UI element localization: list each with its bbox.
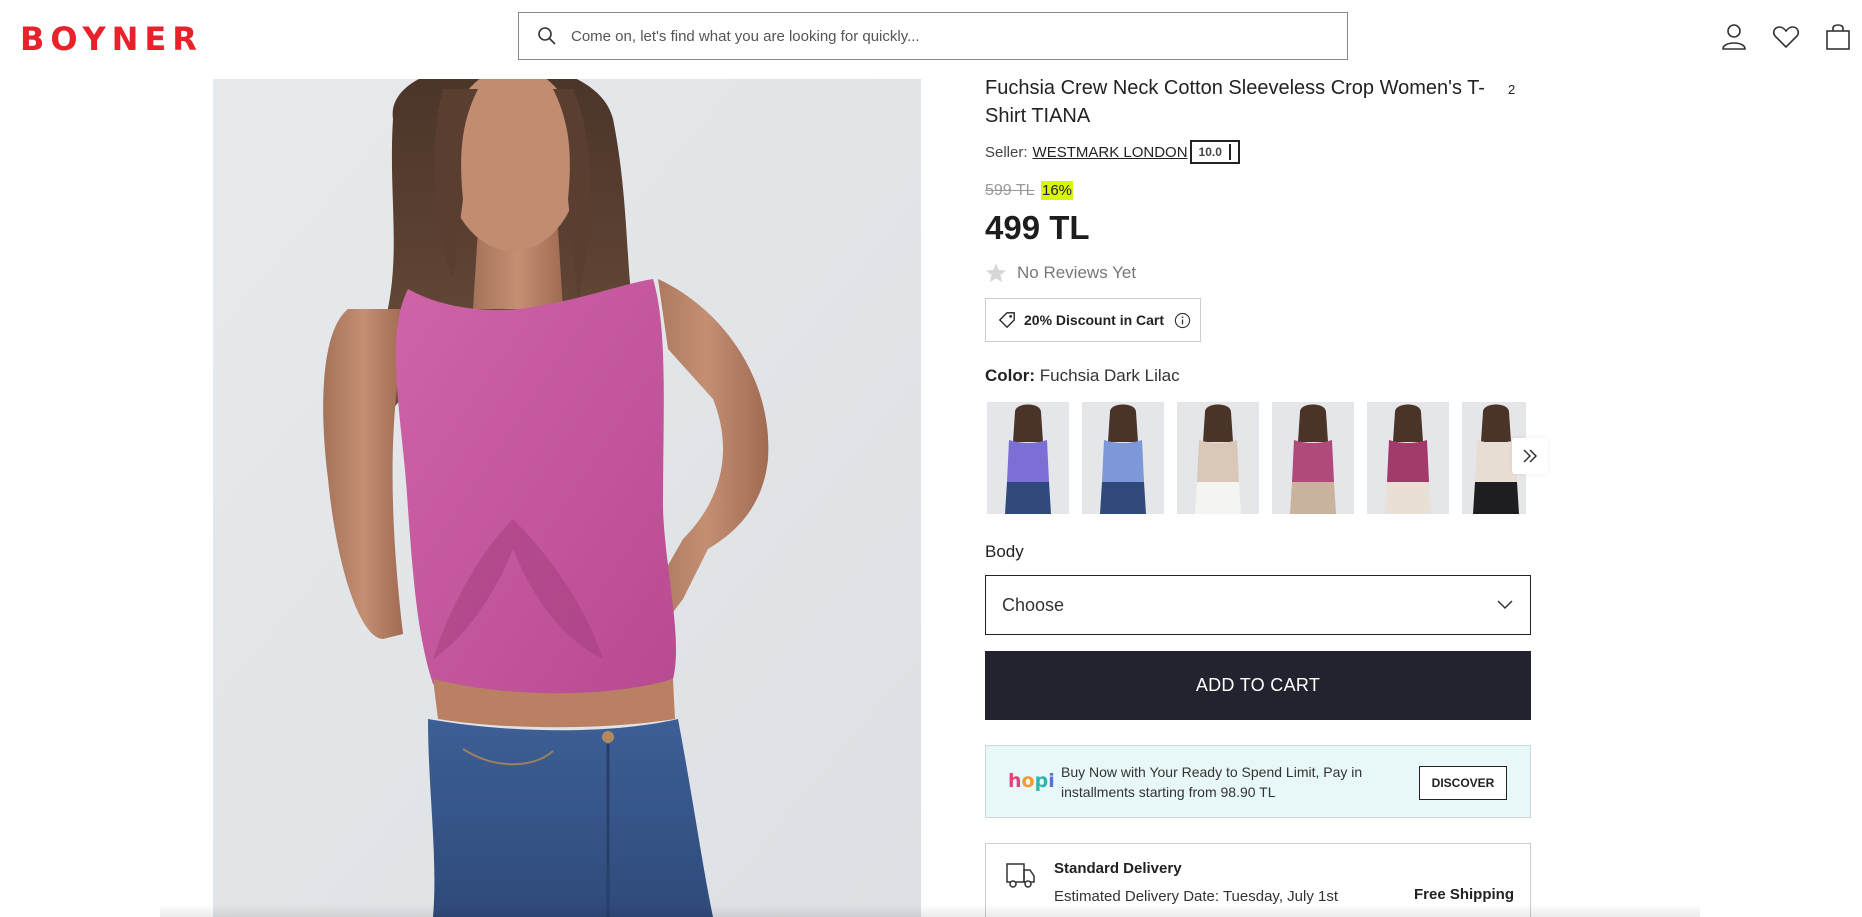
search-input[interactable] bbox=[571, 27, 1271, 45]
hopi-logo: hopi bbox=[1008, 770, 1055, 792]
color-swatches bbox=[987, 402, 1548, 514]
swatch-next-button[interactable] bbox=[1512, 438, 1548, 474]
add-to-cart-button[interactable]: ADD TO CART bbox=[985, 651, 1531, 720]
truck-icon bbox=[1006, 863, 1035, 888]
cart-discount-box[interactable]: 20% Discount in Cart bbox=[985, 298, 1201, 342]
image-count: 2 bbox=[1508, 82, 1516, 97]
free-shipping-label: Free Shipping bbox=[1413, 886, 1514, 903]
reviews-summary[interactable]: No Reviews Yet bbox=[985, 262, 1136, 284]
seller-link[interactable]: WESTMARK LONDON bbox=[1033, 144, 1188, 161]
color-swatch-5[interactable] bbox=[1367, 402, 1449, 514]
product-main-image[interactable] bbox=[213, 79, 921, 917]
brand-logo[interactable]: BOYNER bbox=[20, 20, 203, 58]
site-header: BOYNER bbox=[0, 0, 1862, 74]
color-value: Fuchsia Dark Lilac bbox=[1039, 366, 1180, 385]
color-swatch-4[interactable] bbox=[1272, 402, 1354, 514]
cart-discount-text: 20% Discount in Cart bbox=[1024, 312, 1165, 328]
size-select-value: Choose bbox=[1002, 594, 1065, 615]
user-icon[interactable] bbox=[1717, 20, 1751, 54]
delivery-title: Standard Delivery bbox=[1054, 860, 1182, 877]
seller-label: Seller: bbox=[985, 143, 1028, 161]
size-select[interactable]: Choose bbox=[985, 575, 1531, 635]
reviews-text: No Reviews Yet bbox=[1017, 263, 1137, 282]
seller-info: Seller: WESTMARK LONDON 10.0 bbox=[985, 140, 1240, 164]
hopi-banner: hopi Buy Now with Your Ready to Spend Li… bbox=[985, 745, 1531, 818]
double-chevron-right-icon bbox=[1523, 449, 1538, 463]
search-bar[interactable] bbox=[518, 12, 1348, 60]
star-icon bbox=[986, 263, 1006, 283]
chevron-down-icon bbox=[1497, 600, 1513, 610]
hopi-text: Buy Now with Your Ready to Spend Limit, … bbox=[1061, 764, 1363, 800]
size-label: Body bbox=[985, 542, 1024, 561]
tag-icon bbox=[998, 312, 1015, 329]
color-swatch-2[interactable] bbox=[1082, 402, 1164, 514]
heart-icon[interactable] bbox=[1769, 20, 1803, 54]
color-label: Color: bbox=[985, 366, 1036, 385]
hopi-discover-button[interactable]: DISCOVER bbox=[1419, 766, 1507, 800]
color-swatch-3[interactable] bbox=[1177, 402, 1259, 514]
delivery-date: Estimated Delivery Date: Tuesday, July 1… bbox=[1054, 888, 1339, 905]
seller-score: 10.0 bbox=[1189, 140, 1240, 164]
product-title: Fuchsia Crew Neck Cotton Sleeveless Crop… bbox=[985, 77, 1485, 127]
discount-badge: 16% bbox=[1041, 181, 1074, 200]
color-swatch-1[interactable] bbox=[987, 402, 1069, 514]
search-icon bbox=[538, 27, 556, 45]
current-price: 499 TL bbox=[985, 209, 1090, 246]
delivery-box: Standard Delivery Estimated Delivery Dat… bbox=[985, 843, 1531, 917]
color-info: Color: Fuchsia Dark Lilac bbox=[985, 366, 1180, 386]
old-price: 599 TL bbox=[985, 182, 1035, 199]
info-icon[interactable] bbox=[1174, 312, 1191, 329]
shopping-bag-icon[interactable] bbox=[1821, 20, 1855, 54]
